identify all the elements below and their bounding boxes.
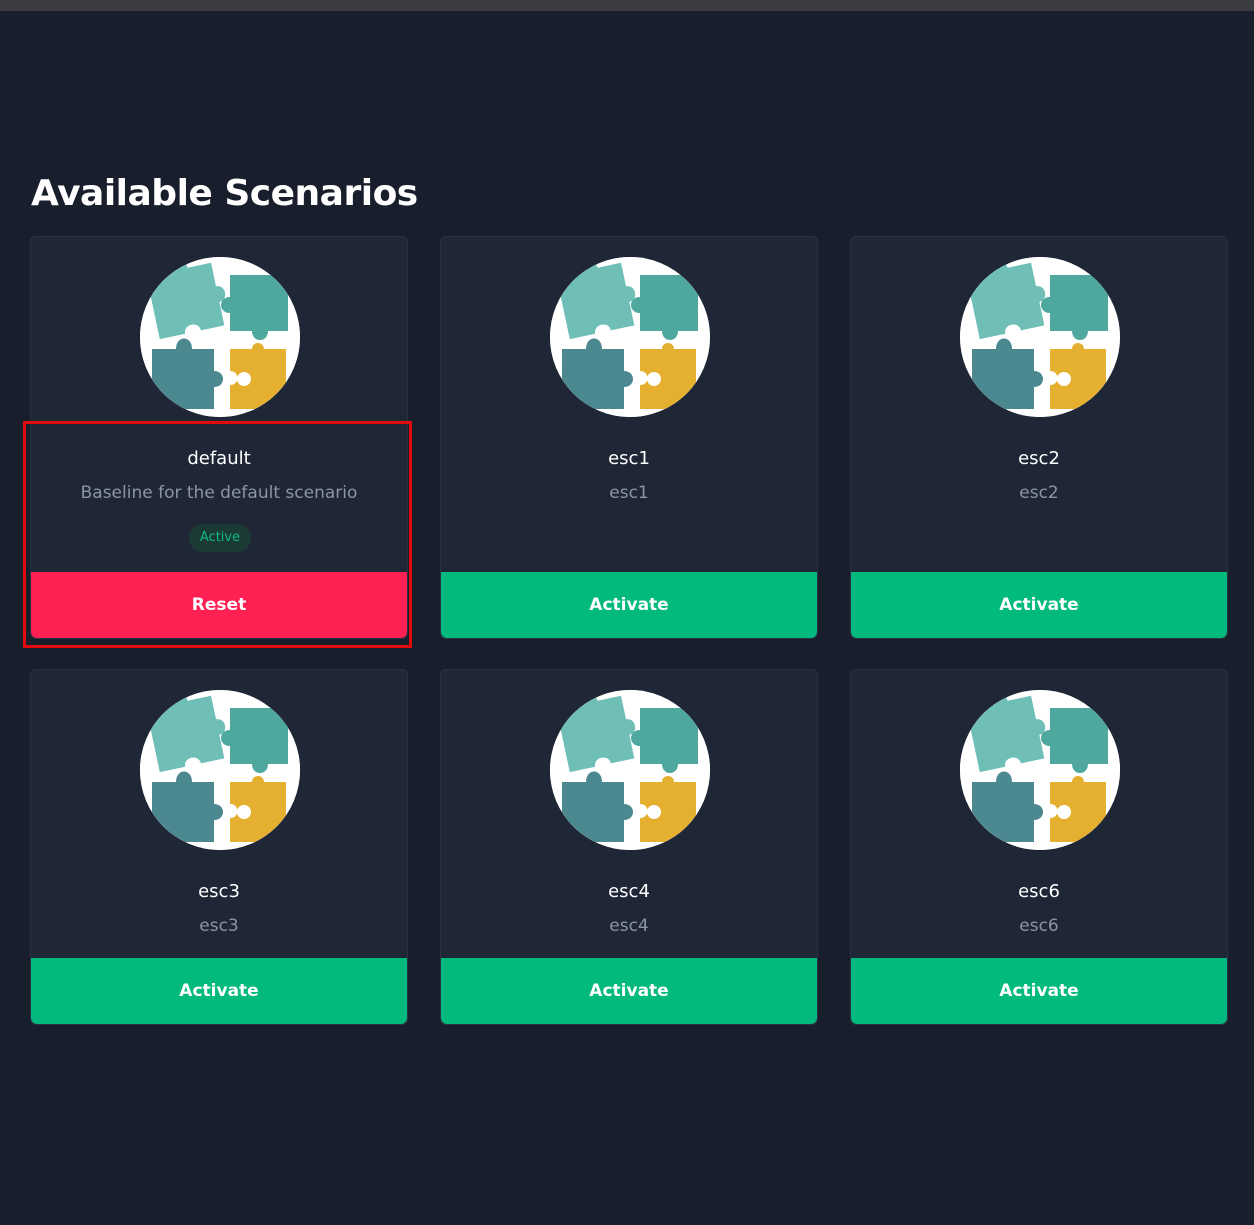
scenario-description: esc1 — [609, 483, 649, 503]
activate-button[interactable]: Activate — [851, 572, 1227, 638]
puzzle-pieces-icon — [140, 690, 300, 850]
scenario-description: esc3 — [199, 916, 239, 936]
scenario-name: esc3 — [198, 881, 240, 902]
puzzle-pieces-icon — [550, 257, 710, 417]
activate-button[interactable]: Activate — [851, 958, 1227, 1024]
scenario-card-esc1: esc1 esc1 Activate — [440, 236, 818, 639]
scenario-name: esc4 — [608, 881, 650, 902]
scenario-card-esc3: esc3 esc3 Activate — [30, 669, 408, 1025]
scenario-name: esc6 — [1018, 881, 1060, 902]
puzzle-pieces-icon — [140, 257, 300, 417]
status-badge: Active — [189, 524, 251, 552]
puzzle-pieces-icon — [960, 690, 1120, 850]
scenario-description: esc4 — [609, 916, 649, 936]
scenario-description: esc2 — [1019, 483, 1059, 503]
scenario-name: esc1 — [608, 448, 650, 469]
scenario-name: default — [187, 448, 251, 469]
activate-button[interactable]: Activate — [31, 958, 407, 1024]
page-title: Available Scenarios — [31, 173, 418, 214]
scenario-card-esc6: esc6 esc6 Activate — [850, 669, 1228, 1025]
scenario-card-default: default Baseline for the default scenari… — [30, 236, 408, 639]
activate-button[interactable]: Activate — [441, 572, 817, 638]
scenario-card-esc2: esc2 esc2 Activate — [850, 236, 1228, 639]
window-top-bar — [0, 0, 1254, 11]
puzzle-pieces-icon — [550, 690, 710, 850]
activate-button[interactable]: Activate — [441, 958, 817, 1024]
reset-button[interactable]: Reset — [31, 572, 407, 638]
scenario-card-esc4: esc4 esc4 Activate — [440, 669, 818, 1025]
scenario-name: esc2 — [1018, 448, 1060, 469]
puzzle-pieces-icon — [960, 257, 1120, 417]
scenario-description: esc6 — [1019, 916, 1059, 936]
scenario-description: Baseline for the default scenario — [80, 483, 358, 503]
